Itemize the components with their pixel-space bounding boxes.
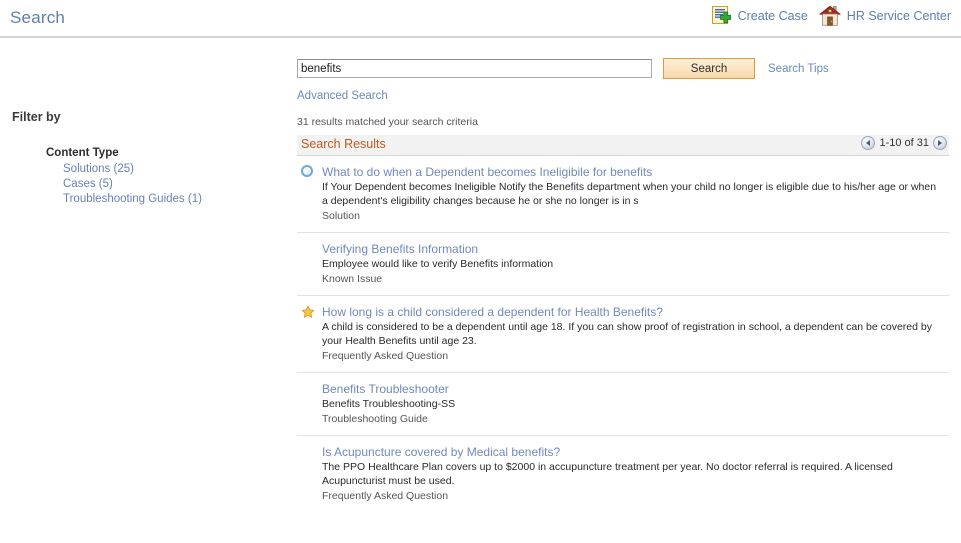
star-icon <box>301 305 315 319</box>
pagination-range-label: 1-10 of 31 <box>879 137 929 149</box>
facet-link-troubleshooting-guides[interactable]: Troubleshooting Guides (1) <box>63 193 202 205</box>
result-item[interactable]: Benefits Troubleshooter Benefits Trouble… <box>297 373 949 436</box>
search-results-title: Search Results <box>301 137 386 151</box>
header-links: Create Case HR Service Center <box>711 4 951 28</box>
result-type-label: Troubleshooting Guide <box>322 413 428 425</box>
list-item: Cases (5) <box>63 178 290 190</box>
result-item[interactable]: Is Acupuncture covered by Medical benefi… <box>297 436 949 512</box>
sidebar-filters: Filter by Content Type Solutions (25) Ca… <box>0 38 290 208</box>
create-case-label: Create Case <box>737 9 808 23</box>
facet-link-cases[interactable]: Cases (5) <box>63 178 113 190</box>
result-snippet: Benefits Troubleshooting-SS <box>322 398 456 410</box>
result-snippet: A child is considered to be a dependent … <box>322 321 932 347</box>
hr-service-center-label: HR Service Center <box>846 9 951 23</box>
result-body: Benefits Troubleshooter Benefits Trouble… <box>322 382 949 425</box>
chevron-right-icon[interactable] <box>933 136 947 150</box>
list-item: Solutions (25) <box>63 163 290 175</box>
results-count-text: 31 results matched your search criteria <box>297 116 478 128</box>
facet-group-title: Content Type <box>46 147 119 159</box>
result-type-label: Frequently Asked Question <box>322 490 449 502</box>
result-snippet: The PPO Healthcare Plan covers up to $20… <box>322 461 893 487</box>
result-snippet: If Your Dependent becomes Ineligible Not… <box>322 181 937 207</box>
chevron-left-icon[interactable] <box>861 136 876 150</box>
advanced-search-link[interactable]: Advanced Search <box>297 90 388 102</box>
facet-link-solutions[interactable]: Solutions (25) <box>63 163 134 175</box>
page-header: Search Create Case HR Service Center <box>0 0 961 38</box>
result-body: Is Acupuncture covered by Medical benefi… <box>322 445 949 502</box>
result-snippet: Employee would like to verify Benefits i… <box>322 258 554 270</box>
result-item[interactable]: How long is a child considered a depende… <box>297 296 949 373</box>
facet-list: Solutions (25) Cases (5) Troubleshooting… <box>46 163 290 205</box>
result-type-label: Known Issue <box>322 273 383 285</box>
create-case-link[interactable]: Create Case <box>711 5 808 27</box>
result-body: What to do when a Dependent becomes Inel… <box>322 165 949 222</box>
search-tips-link[interactable]: Search Tips <box>768 63 829 75</box>
result-item[interactable]: What to do when a Dependent becomes Inel… <box>297 156 949 233</box>
search-row: Search Search Tips <box>297 58 949 79</box>
result-body: Verifying Benefits Information Employee … <box>322 242 949 285</box>
solution-circle-icon <box>301 165 315 179</box>
filter-by-heading: Filter by <box>12 110 61 124</box>
result-item[interactable]: Verifying Benefits Information Employee … <box>297 233 949 296</box>
result-title-link[interactable]: Is Acupuncture covered by Medical benefi… <box>322 445 949 459</box>
search-results-header: Search Results 1-10 of 31 <box>297 135 949 156</box>
result-title-link[interactable]: What to do when a Dependent becomes Inel… <box>322 165 949 179</box>
result-title-link[interactable]: How long is a child considered a depende… <box>322 305 949 319</box>
pagination: 1-10 of 31 <box>861 136 947 150</box>
search-input[interactable] <box>297 59 652 78</box>
home-icon <box>818 4 842 28</box>
hr-service-center-link[interactable]: HR Service Center <box>818 4 951 28</box>
list-item: Troubleshooting Guides (1) <box>63 193 290 205</box>
create-case-icon <box>711 5 733 27</box>
result-type-label: Solution <box>322 210 360 222</box>
facet-group-content-type: Content Type Solutions (25) Cases (5) Tr… <box>46 147 290 205</box>
result-type-label: Frequently Asked Question <box>322 350 449 362</box>
result-title-link[interactable]: Benefits Troubleshooter <box>322 382 949 396</box>
search-button[interactable]: Search <box>663 58 755 79</box>
main-panel: Search Search Tips Advanced Search 31 re… <box>297 38 949 512</box>
result-body: How long is a child considered a depende… <box>322 305 949 362</box>
page-title: Search <box>10 8 66 27</box>
result-title-link[interactable]: Verifying Benefits Information <box>322 242 949 256</box>
